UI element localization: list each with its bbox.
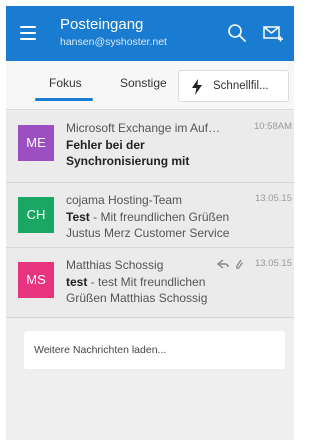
lightning-icon bbox=[192, 79, 202, 95]
message-preview: - Mit freundlichen Grüßen bbox=[89, 210, 230, 224]
menu-icon[interactable] bbox=[20, 26, 36, 40]
inbox-tabs: Fokus Sonstige Schnellfil... bbox=[6, 61, 294, 110]
message-subject: Fehler bei der bbox=[66, 138, 145, 152]
attachment-icon bbox=[236, 259, 244, 269]
app-header: Posteingang hansen@syshoster.net bbox=[6, 6, 294, 61]
message-preview-continued: Grüßen Matthias Schossig bbox=[66, 291, 208, 305]
message-preview-continued: Justus Merz Customer Service bbox=[66, 226, 230, 240]
message-subject-continued: Synchronisierung mit bbox=[66, 154, 190, 168]
message-subject-preview: Test - Mit freundlichen Grüßen bbox=[66, 209, 288, 225]
compose-icon[interactable] bbox=[262, 22, 284, 44]
account-email: hansen@syshoster.net bbox=[60, 36, 167, 48]
message-status-icons bbox=[217, 259, 244, 269]
reply-icon bbox=[217, 259, 229, 269]
quick-filter-button[interactable]: Schnellfil... bbox=[178, 70, 289, 102]
load-more-button[interactable]: Weitere Nachrichten laden... bbox=[24, 331, 285, 369]
tab-sonstige[interactable]: Sonstige bbox=[120, 76, 167, 90]
message-time: 10:58AM bbox=[253, 121, 292, 132]
message-preview: - test Mit freundlichen bbox=[87, 275, 206, 289]
folder-title: Posteingang bbox=[60, 16, 144, 33]
load-more-label: Weitere Nachrichten laden... bbox=[34, 344, 167, 356]
avatar: CH bbox=[18, 197, 54, 233]
message-subject-preview: test - test Mit freundlichen bbox=[66, 274, 288, 290]
avatar: MS bbox=[18, 262, 54, 298]
active-tab-indicator bbox=[35, 98, 93, 101]
message-time: 13.05.15 bbox=[255, 258, 292, 269]
message-time: 13.05.15 bbox=[255, 193, 292, 204]
message-sender: cojama Hosting-Team bbox=[66, 193, 183, 207]
folder-title-block: Posteingang hansen@syshoster.net bbox=[60, 16, 167, 49]
message-item[interactable]: CH cojama Hosting-Team 13.05.15 Test - M… bbox=[6, 183, 294, 248]
tab-fokus[interactable]: Fokus bbox=[49, 76, 82, 90]
avatar: ME bbox=[18, 125, 54, 161]
message-item[interactable]: ME Microsoft Exchange im Auftra... 10:58… bbox=[6, 111, 294, 183]
message-sender: Microsoft Exchange im Auftra... bbox=[66, 121, 222, 135]
message-subject: Test bbox=[66, 210, 90, 224]
message-subject: test bbox=[66, 275, 88, 289]
message-item[interactable]: MS Matthias Schossig 13.05.15 test - tes… bbox=[6, 248, 294, 318]
quick-filter-label: Schnellfil... bbox=[213, 80, 269, 92]
mail-app: Posteingang hansen@syshoster.net Fokus S… bbox=[6, 6, 294, 440]
search-icon[interactable] bbox=[226, 22, 248, 44]
message-sender: Matthias Schossig bbox=[66, 258, 164, 272]
